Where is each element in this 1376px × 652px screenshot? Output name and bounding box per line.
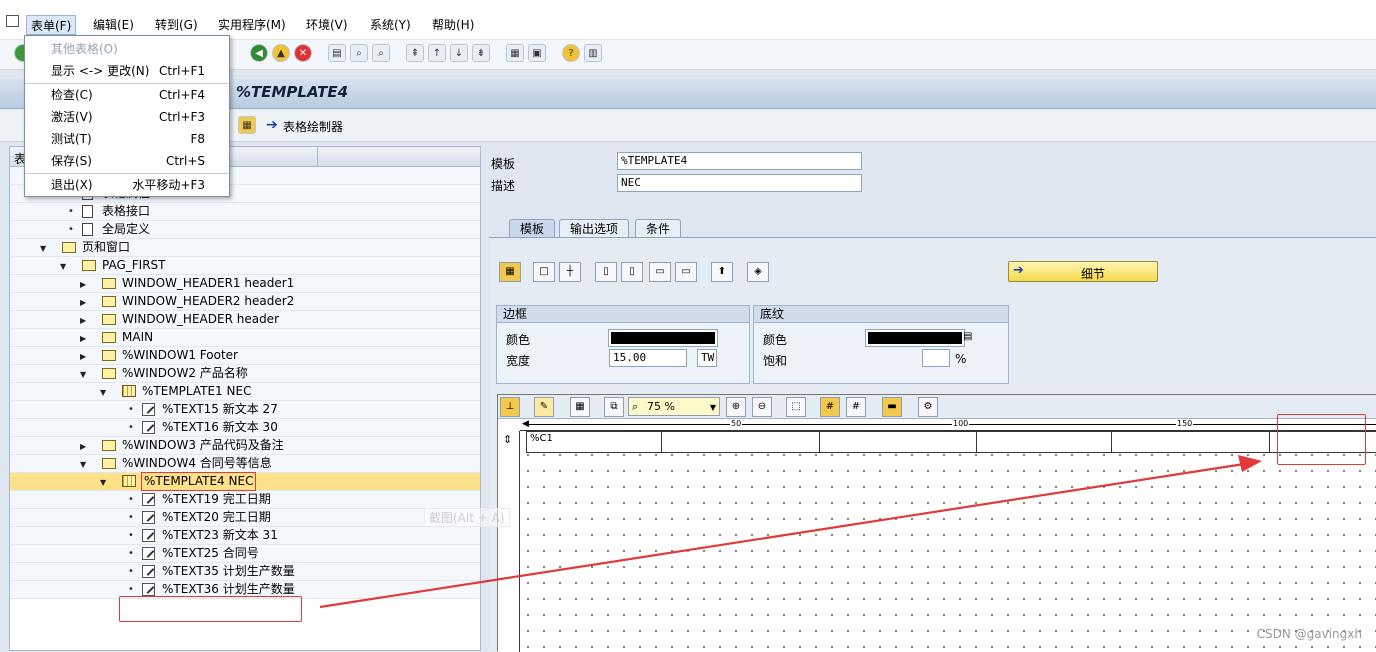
annotation-arrow [319,455,1262,609]
watermark: CSDN @gavingxh [1256,627,1362,641]
